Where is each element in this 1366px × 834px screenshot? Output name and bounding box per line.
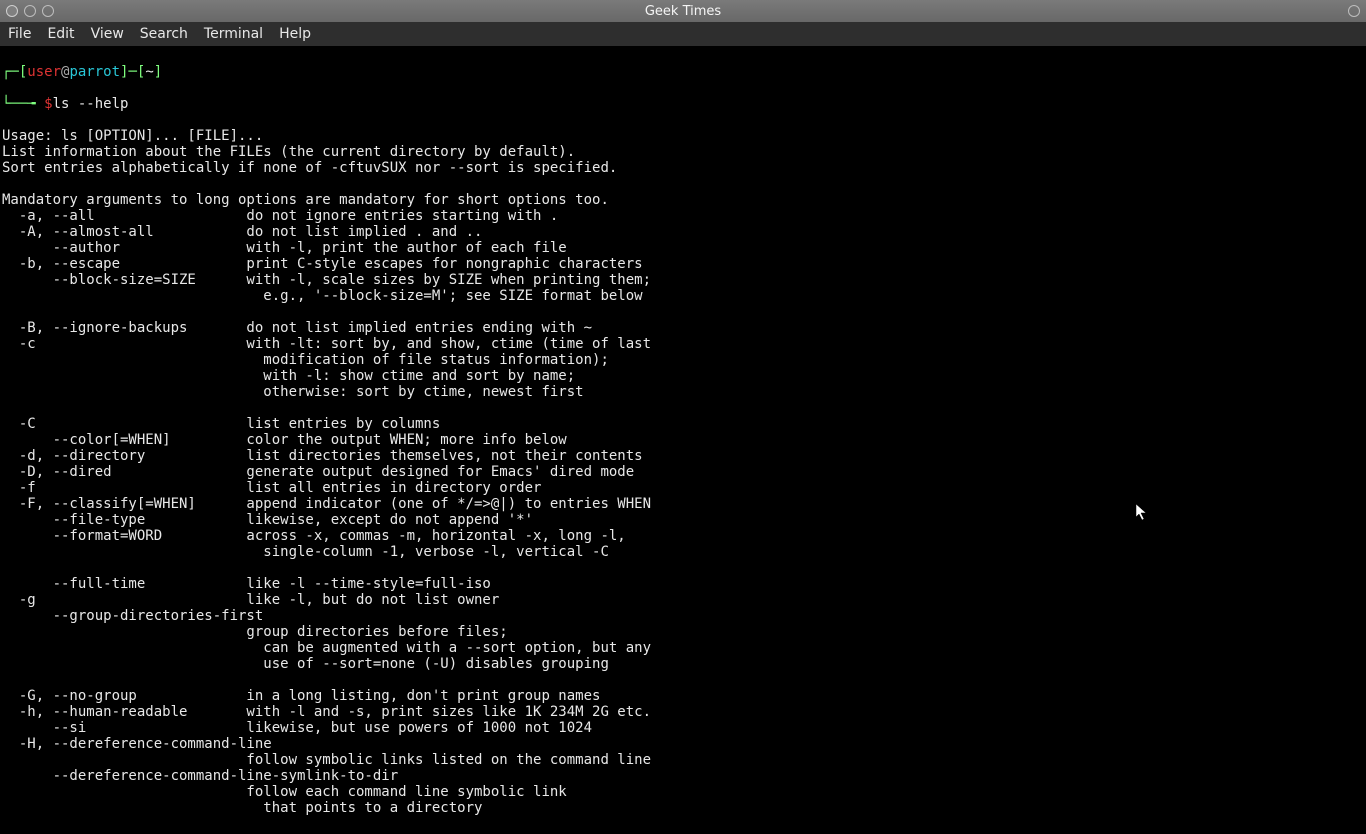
output-line: otherwise: sort by ctime, newest first (2, 384, 1364, 400)
menu-help[interactable]: Help (279, 26, 311, 42)
output-line: -D, --dired generate output designed for… (2, 464, 1364, 480)
output-line (2, 672, 1364, 688)
output-line: -A, --almost-all do not list implied . a… (2, 224, 1364, 240)
output-line: Usage: ls [OPTION]... [FILE]... (2, 128, 1364, 144)
output-line: --full-time like -l --time-style=full-is… (2, 576, 1364, 592)
window-close-button[interactable] (6, 5, 18, 17)
output-line (2, 304, 1364, 320)
output-line: List information about the FILEs (the cu… (2, 144, 1364, 160)
output-line: single-column -1, verbose -l, vertical -… (2, 544, 1364, 560)
output-line: -d, --directory list directories themsel… (2, 448, 1364, 464)
output-line: --color[=WHEN] color the output WHEN; mo… (2, 432, 1364, 448)
window-title: Geek Times (645, 4, 721, 19)
menubar: File Edit View Search Terminal Help (0, 22, 1366, 46)
output-line: with -l: show ctime and sort by name; (2, 368, 1364, 384)
output-line: follow symbolic links listed on the comm… (2, 752, 1364, 768)
output-line: that points to a directory (2, 800, 1364, 816)
output-line: -C list entries by columns (2, 416, 1364, 432)
window-minimize-button[interactable] (24, 5, 36, 17)
output-line: -F, --classify[=WHEN] append indicator (… (2, 496, 1364, 512)
output-line: group directories before files; (2, 624, 1364, 640)
output-line (2, 400, 1364, 416)
output-line: -B, --ignore-backups do not list implied… (2, 320, 1364, 336)
command-text: ls --help (53, 96, 129, 112)
menu-file[interactable]: File (8, 26, 31, 42)
output-line (2, 176, 1364, 192)
output-line: -f list all entries in directory order (2, 480, 1364, 496)
output-line: -b, --escape print C-style escapes for n… (2, 256, 1364, 272)
output-line: -H, --dereference-command-line (2, 736, 1364, 752)
output-line: -h, --human-readable with -l and -s, pri… (2, 704, 1364, 720)
titlebar: Geek Times (0, 0, 1366, 22)
output-line: --block-size=SIZE with -l, scale sizes b… (2, 272, 1364, 288)
prompt-line-2: └──╼ $ls --help (2, 96, 1364, 112)
output-line: --file-type likewise, except do not appe… (2, 512, 1364, 528)
menu-edit[interactable]: Edit (47, 26, 74, 42)
output-line: --dereference-command-line-symlink-to-di… (2, 768, 1364, 784)
output-line: --group-directories-first (2, 608, 1364, 624)
output-line: Sort entries alphabetically if none of -… (2, 160, 1364, 176)
output-line: -g like -l, but do not list owner (2, 592, 1364, 608)
menu-terminal[interactable]: Terminal (204, 26, 263, 42)
window-maximize-button[interactable] (42, 5, 54, 17)
output-line: --author with -l, print the author of ea… (2, 240, 1364, 256)
terminal-output[interactable]: ┌─[user@parrot]─[~] └──╼ $ls --help Usag… (0, 46, 1366, 834)
window-menu-button[interactable] (1348, 5, 1360, 17)
menu-view[interactable]: View (91, 26, 124, 42)
output-line: follow each command line symbolic link (2, 784, 1364, 800)
output-line: --si likewise, but use powers of 1000 no… (2, 720, 1364, 736)
output-line: can be augmented with a --sort option, b… (2, 640, 1364, 656)
output-line: Mandatory arguments to long options are … (2, 192, 1364, 208)
output-line: modification of file status information)… (2, 352, 1364, 368)
output-line: use of --sort=none (-U) disables groupin… (2, 656, 1364, 672)
output-line: -a, --all do not ignore entries starting… (2, 208, 1364, 224)
prompt-line-1: ┌─[user@parrot]─[~] (2, 64, 1364, 80)
output-line: -G, --no-group in a long listing, don't … (2, 688, 1364, 704)
output-line (2, 560, 1364, 576)
output-line: --format=WORD across -x, commas -m, hori… (2, 528, 1364, 544)
output-line: -c with -lt: sort by, and show, ctime (t… (2, 336, 1364, 352)
help-output-block: Usage: ls [OPTION]... [FILE]...List info… (2, 128, 1364, 816)
menu-search[interactable]: Search (140, 26, 188, 42)
output-line: e.g., '--block-size=M'; see SIZE format … (2, 288, 1364, 304)
